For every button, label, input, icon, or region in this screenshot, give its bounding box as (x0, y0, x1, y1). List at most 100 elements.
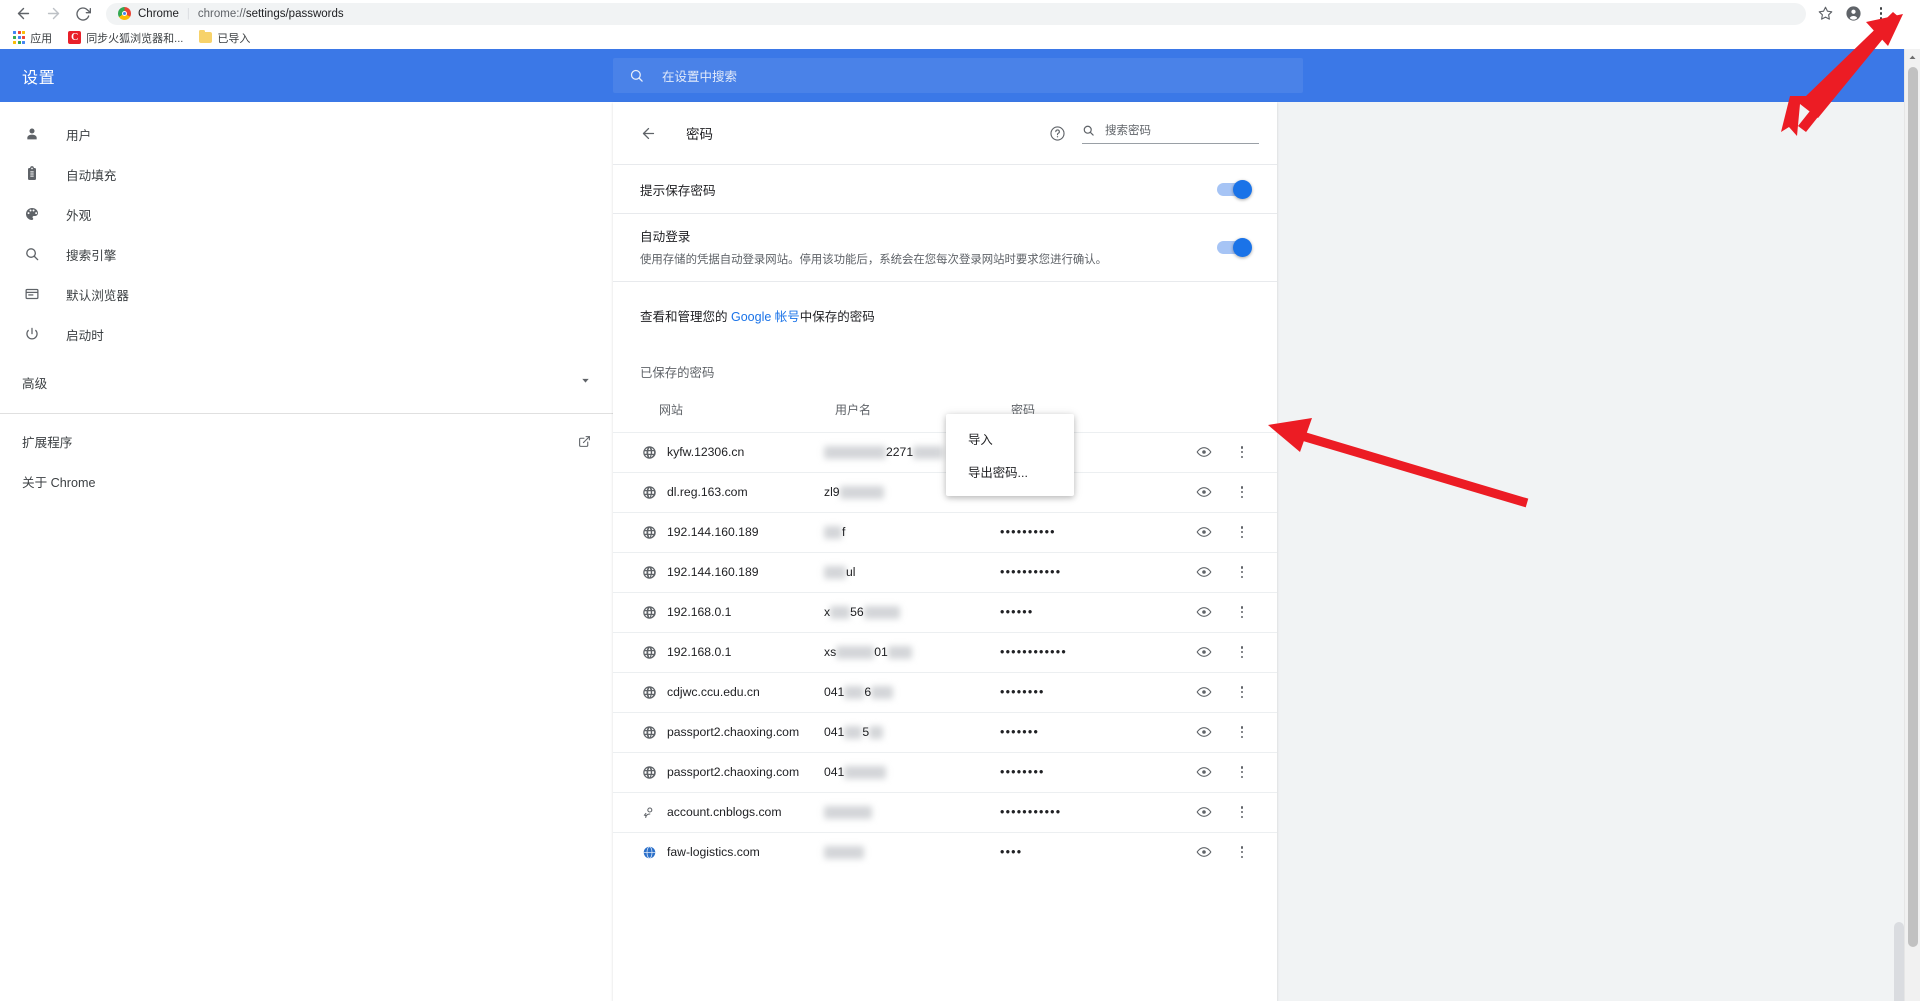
menu-item-export[interactable]: 导出密码... (946, 455, 1074, 488)
row-overflow-menu-icon[interactable] (1227, 765, 1257, 779)
reload-button[interactable] (68, 0, 98, 27)
table-row[interactable]: 192.144.160.189 ul ••••••••••• (613, 551, 1277, 592)
firefox-sync-favicon: C (68, 31, 82, 44)
show-password-eye-icon[interactable] (1181, 724, 1227, 740)
table-row[interactable]: passport2.chaoxing.com 041 5 ••••••• (613, 711, 1277, 752)
username-visible-part: 041 (824, 725, 845, 740)
show-password-eye-icon[interactable] (1181, 804, 1227, 820)
table-row[interactable]: 192.168.0.1 x 56 •••••• (613, 591, 1277, 632)
forward-button[interactable] (38, 0, 68, 27)
username-redacted (844, 725, 863, 739)
show-password-eye-icon[interactable] (1181, 684, 1227, 700)
scroll-up-arrow-icon[interactable] (1905, 49, 1920, 65)
content-scrollbar-thumb[interactable] (1894, 922, 1904, 1001)
sidebar-item-search-engine[interactable]: 搜索引擎 (0, 234, 613, 274)
row-overflow-menu-icon[interactable] (1227, 605, 1257, 619)
row-overflow-menu-icon[interactable] (1227, 525, 1257, 539)
row-site: dl.reg.163.com (667, 485, 748, 500)
sidebar-item-about-chrome[interactable]: 关于 Chrome (0, 461, 613, 501)
row-text: 自动登录 使用存储的凭据自动登录网站。停用该功能后，系统会在您每次登录网站时要求… (640, 214, 1107, 281)
three-dot-menu-icon (1879, 6, 1883, 21)
table-row[interactable]: cdjwc.ccu.edu.cn 041 6 •••••••• (613, 671, 1277, 712)
table-row[interactable]: faw-logistics.com •••• (613, 831, 1277, 872)
column-header-site: 网站 (659, 402, 684, 417)
show-password-eye-icon[interactable] (1181, 524, 1227, 540)
saved-passwords-label: 已保存的密码 (640, 365, 715, 380)
username-visible-part: x (824, 605, 831, 620)
passwords-table-header: 网站 用户名 密码 (613, 391, 1277, 432)
row-overflow-menu-icon[interactable] (1227, 805, 1257, 819)
sidebar-item-label: 外观 (66, 208, 92, 223)
chrome-window: Chrome | chrome://settings/passwords 应用 (0, 0, 1920, 1001)
show-password-eye-icon[interactable] (1181, 484, 1227, 500)
row-password: •••••••• (1000, 685, 1045, 700)
offer-to-save-passwords-row[interactable]: 提示保存密码 (613, 164, 1277, 213)
address-bar[interactable]: Chrome | chrome://settings/passwords (106, 2, 1806, 25)
passwords-card: 密码 搜索密码 提示保存密码 自动登录 使用存储的凭据自动登录网站。停用该功能后… (613, 102, 1277, 1001)
browser-toolbar: Chrome | chrome://settings/passwords (0, 0, 1920, 27)
auto-signin-row[interactable]: 自动登录 使用存储的凭据自动登录网站。停用该功能后，系统会在您每次登录网站时要求… (613, 213, 1277, 281)
row-site: cdjwc.ccu.edu.cn (667, 685, 760, 700)
menu-item-import[interactable]: 导入 (946, 422, 1074, 455)
show-password-eye-icon[interactable] (1181, 764, 1227, 780)
three-dot-icon (1240, 765, 1244, 779)
username-redacted (830, 605, 851, 619)
url-scheme: chrome:// (197, 7, 246, 20)
auto-signin-toggle[interactable] (1217, 237, 1252, 257)
sidebar-item-default-browser[interactable]: 默认浏览器 (0, 274, 613, 314)
table-row[interactable]: dl.reg.163.comzl9••••••••••• (613, 471, 1277, 512)
google-account-link[interactable]: Google 帐号 (731, 310, 800, 324)
back-arrow-icon[interactable] (640, 125, 657, 142)
person-favicon (640, 805, 659, 820)
row-overflow-menu-icon[interactable] (1227, 645, 1257, 659)
sidebar-item-user[interactable]: 用户 (0, 114, 613, 154)
window-scrollbar[interactable] (1904, 49, 1920, 1001)
table-row[interactable]: passport2.chaoxing.com 041 •••••••• (613, 751, 1277, 792)
settings-search-input[interactable]: 在设置中搜索 (613, 58, 1303, 93)
username-visible-part: 5 (862, 725, 870, 740)
row-password: •••• (1000, 845, 1023, 860)
sidebar-item-autofill[interactable]: 自动填充 (0, 154, 613, 194)
sidebar-item-on-startup[interactable]: 启动时 (0, 314, 613, 354)
scrollbar-thumb[interactable] (1908, 67, 1918, 947)
folder-icon (199, 29, 213, 43)
row-overflow-menu-icon[interactable] (1227, 845, 1257, 859)
passwords-header-actions: 搜索密码 (1049, 122, 1259, 144)
google-account-link-row: 查看和管理您的 Google 帐号中保存的密码 (613, 280, 1277, 345)
bookmark-label: 应用 (30, 32, 53, 45)
bookmark-imported-folder[interactable]: 已导入 (194, 28, 255, 48)
table-row[interactable]: 192.144.160.189 f •••••••••• (613, 511, 1277, 552)
sidebar-item-appearance[interactable]: 外观 (0, 194, 613, 234)
show-password-eye-icon[interactable] (1181, 444, 1227, 460)
table-row[interactable]: 192.168.0.1 xs 01 •••••••••••• (613, 631, 1277, 672)
power-icon (22, 326, 42, 342)
table-row[interactable]: account.cnblogs.com ••••••••••• (613, 791, 1277, 832)
sidebar-item-advanced[interactable]: 高级 (0, 362, 613, 402)
three-dot-menu[interactable] (1868, 1, 1894, 27)
row-overflow-menu-icon[interactable] (1227, 685, 1257, 699)
row-password: •••••• (1000, 605, 1034, 620)
row-overflow-menu-icon[interactable] (1227, 485, 1257, 499)
username-redacted (887, 645, 912, 659)
offer-to-save-toggle[interactable] (1217, 179, 1252, 199)
bookmark-apps[interactable]: 应用 (8, 28, 57, 48)
show-password-eye-icon[interactable] (1181, 844, 1227, 860)
search-icon (22, 246, 42, 262)
back-button[interactable] (8, 0, 38, 27)
browser-window-icon (22, 286, 42, 302)
password-search-input[interactable]: 搜索密码 (1082, 122, 1259, 144)
star-icon[interactable] (1812, 1, 1838, 27)
row-overflow-menu-icon[interactable] (1227, 445, 1257, 459)
avatar[interactable] (1840, 1, 1866, 27)
row-password: •••••••••••• (1000, 645, 1067, 660)
row-overflow-menu-icon[interactable] (1227, 565, 1257, 579)
show-password-eye-icon[interactable] (1181, 644, 1227, 660)
table-row[interactable]: kyfw.12306.cn2271•••••••• (613, 431, 1277, 472)
bookmark-firefox-sync[interactable]: C 同步火狐浏览器和... (63, 28, 188, 48)
show-password-eye-icon[interactable] (1181, 604, 1227, 620)
help-circle-icon[interactable] (1049, 125, 1066, 142)
row-overflow-menu-icon[interactable] (1227, 725, 1257, 739)
sidebar-item-extensions[interactable]: 扩展程序 (0, 421, 613, 461)
show-password-eye-icon[interactable] (1181, 564, 1227, 580)
three-dot-icon (1240, 565, 1244, 579)
